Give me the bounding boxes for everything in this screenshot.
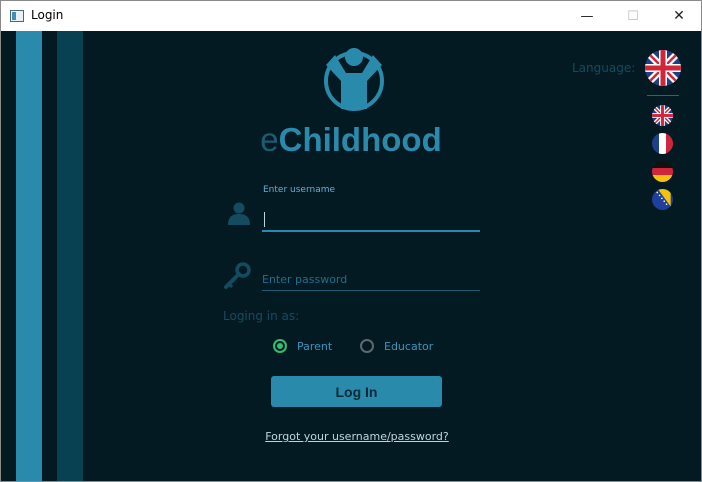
key-icon: [224, 262, 251, 289]
educator-radio-label: Educator: [384, 339, 434, 353]
login-content: eChildhood Enter username Loging in as: …: [1, 31, 701, 481]
radio-circle[interactable]: [360, 339, 374, 353]
decor-stripe-dark: [57, 31, 83, 481]
maximize-button[interactable]: ☐: [610, 1, 656, 31]
child-logo-icon: [324, 48, 384, 111]
parent-radio[interactable]: Parent: [273, 339, 332, 353]
bosnian-flag-icon[interactable]: [652, 189, 673, 210]
minimize-button[interactable]: —: [564, 1, 610, 31]
parent-radio-label: Parent: [297, 339, 333, 353]
brand-name: Childhood: [278, 121, 442, 158]
french-flag-icon[interactable]: [652, 133, 673, 154]
user-icon: [228, 202, 250, 225]
username-label: Enter username: [263, 185, 336, 195]
username-input[interactable]: [262, 208, 480, 232]
language-label: Language:: [572, 61, 636, 75]
app-window-icon: [10, 10, 24, 22]
login-window: Login — ☐ ✕ eChildhood Enter username Lo…: [0, 0, 702, 482]
login-button[interactable]: Log In: [271, 376, 442, 407]
decor-stripe-light: [16, 31, 42, 481]
text-caret: [264, 212, 265, 227]
brand-prefix: e: [260, 121, 279, 158]
window-title: Login: [31, 8, 64, 22]
title-bar[interactable]: Login — ☐ ✕: [1, 1, 701, 31]
educator-radio[interactable]: Educator: [360, 339, 433, 353]
forgot-credentials-link[interactable]: Forgot your username/password?: [1, 430, 701, 443]
role-label: Loging in as:: [223, 309, 300, 323]
english-flag-icon[interactable]: [645, 50, 681, 86]
english-flag-option[interactable]: [652, 105, 673, 126]
close-button[interactable]: ✕: [656, 1, 701, 31]
password-input[interactable]: [262, 268, 480, 291]
german-flag-icon[interactable]: [652, 161, 673, 182]
radio-circle[interactable]: [273, 339, 287, 353]
language-divider: [647, 95, 679, 96]
app-brand: eChildhood: [1, 121, 701, 159]
